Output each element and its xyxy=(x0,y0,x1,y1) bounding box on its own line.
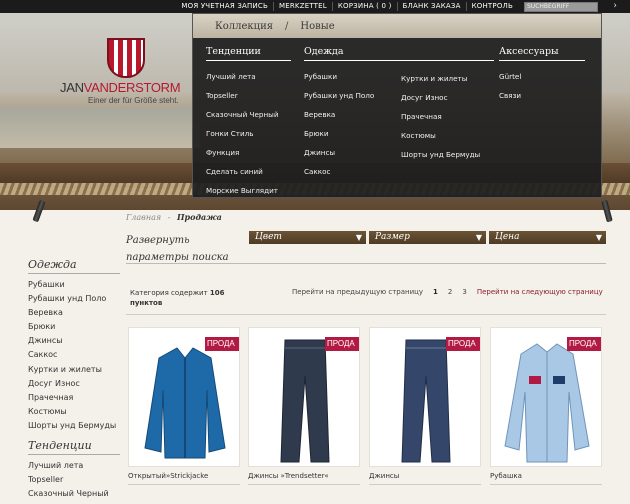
divider xyxy=(490,484,602,485)
menu-item[interactable]: Костюмы xyxy=(401,126,496,145)
sidebar-item[interactable]: Досуг Износ xyxy=(28,377,120,391)
page-2[interactable]: 2 xyxy=(448,288,452,296)
brand-tagline: Einer der für Größe steht. xyxy=(88,96,179,105)
sidebar-heading-clothing: Одежда xyxy=(28,258,120,274)
sidebar-heading-trends: Тенденции xyxy=(28,439,120,456)
brand-logo[interactable]: JANVANDERSTORM Einer der für Größe steht… xyxy=(60,38,195,118)
control-link[interactable]: КОНТРОЛЬ xyxy=(465,2,518,11)
filter-size-dropdown[interactable]: Размер ▼ xyxy=(369,231,486,244)
menu-item[interactable]: Саккос xyxy=(304,162,494,181)
menu-item[interactable]: Куртки и жилеты xyxy=(401,69,496,88)
menu-item[interactable]: Шорты унд Бермуды xyxy=(401,145,496,164)
product-name[interactable]: Открытый»Strickjacke xyxy=(128,472,208,480)
menu-item[interactable]: Досуг Износ xyxy=(401,88,496,107)
menu-item[interactable]: Связи xyxy=(499,86,585,105)
menu-item[interactable]: Прачечная xyxy=(401,107,496,126)
filter-price-label: Цена xyxy=(495,232,520,242)
product-card[interactable]: ПРОДА xyxy=(128,327,240,467)
search-input[interactable]: SUCHBEGRIFF xyxy=(524,1,598,12)
menu-item[interactable]: Морские Выглядит xyxy=(206,181,291,200)
sale-badge: ПРОДА xyxy=(446,337,480,351)
sidebar-item[interactable]: Шорты унд Бермуды xyxy=(28,419,120,433)
product-card[interactable]: ПРОДА xyxy=(248,327,360,467)
mega-menu: Коллекция / Новые Тенденции Лучший лета … xyxy=(192,13,602,198)
product-card[interactable]: ПРОДА xyxy=(369,327,481,467)
menu-item[interactable]: Topseller xyxy=(206,86,291,105)
filter-price-dropdown[interactable]: Цена ▼ xyxy=(489,231,606,244)
breadcrumb: Главная - Продажа xyxy=(126,212,222,222)
sidebar-item[interactable]: Рубашки унд Поло xyxy=(28,292,120,306)
tab-collection[interactable]: Коллекция xyxy=(215,21,273,32)
breadcrumb-home[interactable]: Главная xyxy=(126,213,161,222)
expand-filters-link[interactable]: Развернуть xyxy=(126,235,190,246)
tab-new[interactable]: Новые xyxy=(300,21,334,32)
breadcrumb-sep: - xyxy=(167,213,171,222)
menu-heading-trends[interactable]: Тенденции xyxy=(206,46,291,61)
sidebar-item[interactable]: Джинсы xyxy=(28,334,120,348)
count-text: Категория содержит xyxy=(130,289,208,297)
filter-size-label: Размер xyxy=(375,232,410,242)
menu-item[interactable]: Gürtel xyxy=(499,67,585,86)
sale-badge: ПРОДА xyxy=(205,337,239,351)
menu-heading-clothing[interactable]: Одежда xyxy=(304,46,494,61)
menu-item[interactable]: Сделать синий xyxy=(206,162,291,181)
sidebar-item[interactable]: Сказочный Черный xyxy=(28,487,120,501)
divider xyxy=(248,484,360,485)
search-go-icon[interactable]: › xyxy=(600,0,630,13)
sidebar-item[interactable]: Саккос xyxy=(28,348,120,362)
breadcrumb-current: Продажа xyxy=(176,212,222,222)
menu-item[interactable]: Функция xyxy=(206,143,291,162)
search-params-label: параметры поиска xyxy=(126,252,229,263)
pagination: Перейти на предыдущую страницу 1 2 3 Пер… xyxy=(292,288,603,296)
divider xyxy=(126,314,606,315)
chevron-down-icon: ▼ xyxy=(355,233,362,242)
sidebar-item[interactable]: Лучший лета xyxy=(28,459,120,473)
sale-badge: ПРОДА xyxy=(567,337,601,351)
divider xyxy=(128,484,240,485)
next-page-link[interactable]: Перейти на следующую страницу xyxy=(477,288,603,296)
page-3[interactable]: 3 xyxy=(462,288,466,296)
merkzettel-link[interactable]: MERKZETTEL xyxy=(272,2,332,11)
filter-color-dropdown[interactable]: Цвет ▼ xyxy=(249,231,366,244)
prev-page-link[interactable]: Перейти на предыдущую страницу xyxy=(292,288,423,296)
top-bar: МОЯ УЧЕТНАЯ ЗАПИСЬ MERKZETTEL КОРЗИНА ( … xyxy=(0,0,630,13)
page-1[interactable]: 1 xyxy=(433,288,438,296)
menu-item[interactable]: Сказочный Черный xyxy=(206,105,291,124)
sidebar-item[interactable]: Прачечная xyxy=(28,391,120,405)
cart-link[interactable]: КОРЗИНА ( 0 ) xyxy=(331,2,397,11)
divider xyxy=(369,484,481,485)
sale-badge: ПРОДА xyxy=(325,337,359,351)
product-name[interactable]: Джинсы xyxy=(369,472,399,480)
filter-color-label: Цвет xyxy=(255,232,282,242)
product-name[interactable]: Джинсы »Trendsetter« xyxy=(248,472,329,480)
count-value: 106 xyxy=(209,289,225,297)
shield-icon xyxy=(107,38,145,78)
sidebar-item[interactable]: Брюки xyxy=(28,320,120,334)
divider xyxy=(126,263,606,264)
count-unit: пунктов xyxy=(130,299,163,307)
chevron-down-icon: ▼ xyxy=(595,233,602,242)
menu-item[interactable]: Лучший лета xyxy=(206,67,291,86)
menu-item[interactable]: Гонки Стиль xyxy=(206,124,291,143)
tab-separator: / xyxy=(285,20,289,32)
sidebar-item[interactable]: Куртки и жилеты xyxy=(28,363,120,377)
menu-col-trends: Тенденции Лучший лета Topseller Сказочны… xyxy=(206,46,291,200)
item-count: Категория содержит 106 пунктов xyxy=(130,288,240,308)
sidebar-item[interactable]: Topseller xyxy=(28,473,120,487)
product-name[interactable]: Рубашка xyxy=(490,472,522,480)
sidebar-item[interactable]: Веревка xyxy=(28,306,120,320)
account-link[interactable]: МОЯ УЧЕТНАЯ ЗАПИСЬ xyxy=(176,2,273,11)
sidebar-item[interactable]: Костюмы xyxy=(28,405,120,419)
menu-col-accessories: Аксессуары Gürtel Связи xyxy=(499,46,585,105)
menu-col-clothing-2: Куртки и жилеты Досуг Износ Прачечная Ко… xyxy=(401,69,496,164)
sidebar-item[interactable]: Рубашки xyxy=(28,278,120,292)
chevron-down-icon: ▼ xyxy=(475,233,482,242)
menu-heading-accessories[interactable]: Аксессуары xyxy=(499,46,585,61)
order-form-link[interactable]: БЛАНК ЗАКАЗА xyxy=(396,2,466,11)
menu-tabs: Коллекция / Новые xyxy=(193,14,601,38)
sidebar: Одежда Рубашки Рубашки унд Поло Веревка … xyxy=(28,258,120,501)
brand-name: JANVANDERSTORM xyxy=(60,80,181,95)
product-card[interactable]: ПРОДА xyxy=(490,327,602,467)
